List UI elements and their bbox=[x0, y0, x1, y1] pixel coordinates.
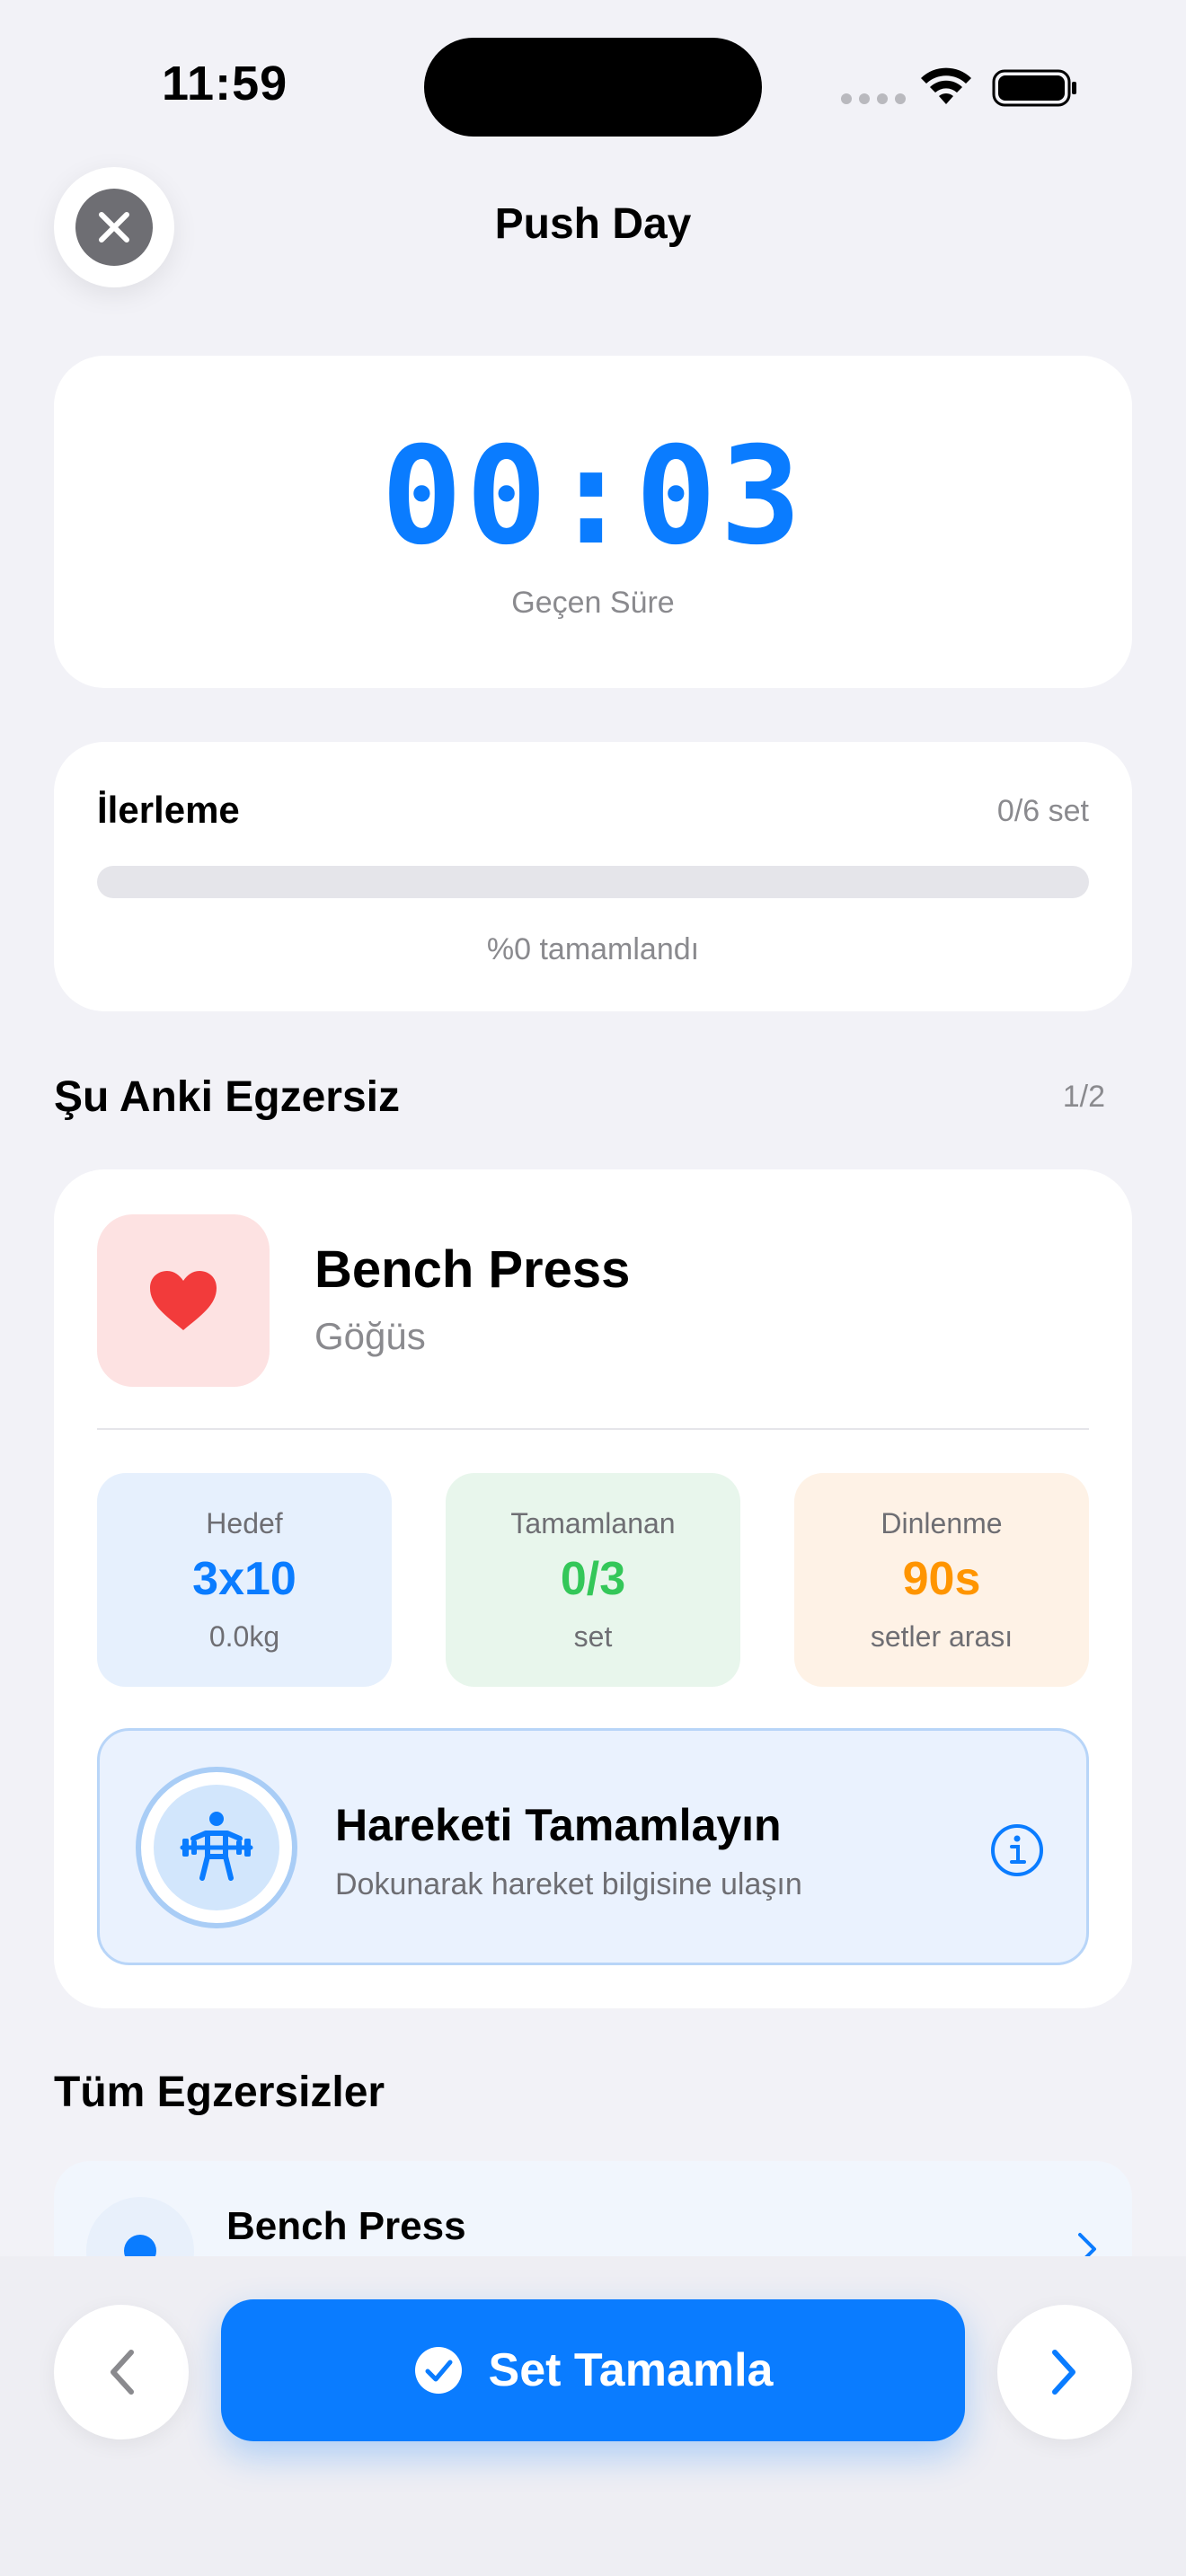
wifi-icon bbox=[921, 67, 971, 104]
progress-bar bbox=[97, 866, 1089, 898]
progress-card: İlerleme 0/6 set %0 tamamlandı bbox=[54, 742, 1132, 1011]
status-time: 11:59 bbox=[162, 57, 288, 110]
stat-target-label: Hedef bbox=[206, 1507, 283, 1539]
exercise-name: Bench Press bbox=[314, 1240, 631, 1299]
battery-icon bbox=[992, 69, 1076, 107]
list-item-name: Bench Press bbox=[226, 2204, 466, 2248]
stat-target: Hedef 3x10 0.0kg bbox=[97, 1473, 392, 1687]
info-icon[interactable] bbox=[989, 1822, 1045, 1878]
stat-completed-label: Tamamlanan bbox=[510, 1507, 676, 1539]
current-exercise-card: Bench Press Göğüs Hedef 3x10 0.0kg Tamam… bbox=[54, 1169, 1132, 2008]
stat-target-weight: 0.0kg bbox=[208, 1620, 280, 1653]
stat-rest-value: 90s bbox=[902, 1553, 981, 1605]
chevron-left-icon bbox=[111, 2350, 134, 2395]
exercise-muscle-group: Göğüs bbox=[314, 1315, 426, 1357]
stat-target-value: 3x10 bbox=[192, 1553, 296, 1605]
banner-title: Hareketi Tamamlayın bbox=[335, 1800, 782, 1850]
elapsed-time: 00:03 bbox=[381, 419, 805, 575]
progress-percent: %0 tamamlandı bbox=[486, 932, 700, 966]
dynamic-island bbox=[424, 38, 762, 137]
page-title: Push Day bbox=[494, 200, 692, 248]
checkmark-circle-icon bbox=[414, 2347, 462, 2394]
next-exercise-button[interactable] bbox=[997, 2305, 1132, 2439]
current-exercise-heading: Şu Anki Egzersiz bbox=[54, 1073, 400, 1121]
workout-screen: 11:59 Push Day 00:03 Geçen Süre İlerleme… bbox=[0, 0, 1186, 2576]
complete-set-label: Set Tamamla bbox=[488, 2344, 774, 2396]
stat-completed: Tamamlanan 0/3 set bbox=[446, 1473, 740, 1687]
stat-completed-unit: set bbox=[573, 1620, 613, 1653]
chevron-right-icon bbox=[1052, 2350, 1075, 2395]
elapsed-time-label: Geçen Süre bbox=[511, 586, 675, 620]
complete-set-button[interactable]: Set Tamamla bbox=[221, 2299, 965, 2441]
stat-completed-value: 0/3 bbox=[560, 1553, 626, 1605]
all-exercises-heading: Tüm Egzersizler bbox=[54, 2069, 385, 2116]
divider bbox=[97, 1428, 1089, 1430]
progress-title: İlerleme bbox=[97, 789, 240, 831]
progress-count: 0/6 set bbox=[996, 794, 1089, 828]
timer-card: 00:03 bbox=[54, 356, 1132, 688]
stat-rest-unit: setler arası bbox=[870, 1620, 1013, 1653]
banner-subtitle: Dokunarak hareket bilgisine ulaşın bbox=[335, 1867, 802, 1901]
weightlifter-badge bbox=[136, 1767, 297, 1928]
stat-rest: Dinlenme 90s setler arası bbox=[794, 1473, 1089, 1687]
previous-exercise-button[interactable] bbox=[54, 2305, 189, 2439]
weightlifter-icon bbox=[180, 1812, 253, 1881]
exercise-index: 1/2 bbox=[1062, 1080, 1105, 1114]
stat-rest-label: Dinlenme bbox=[881, 1507, 1003, 1539]
exercise-icon-box bbox=[97, 1214, 270, 1387]
heart-icon bbox=[150, 1271, 217, 1330]
cellular-signal-icon bbox=[841, 93, 906, 104]
exercise-info-banner[interactable]: Hareketi Tamamlayın Dokunarak hareket bi… bbox=[97, 1728, 1089, 1965]
